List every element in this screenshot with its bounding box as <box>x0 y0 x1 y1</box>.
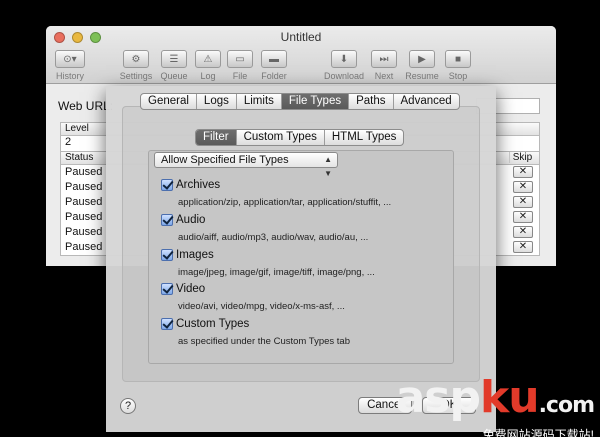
download-icon: ⬇ <box>331 50 357 68</box>
images-checkbox[interactable] <box>161 249 173 261</box>
subtab-filter[interactable]: Filter <box>196 130 237 145</box>
option-archives: Archives application/zip, application/ta… <box>161 179 391 208</box>
option-images: Images image/jpeg, image/gif, image/tiff… <box>161 249 375 278</box>
queue-icon: ☰ <box>161 50 187 68</box>
titlebar: Untitled ⊙▾ History ⚙ Settings ☰ Queue ⚠… <box>46 26 556 84</box>
status-cell: Paused <box>65 211 103 223</box>
archives-checkbox[interactable] <box>161 179 173 191</box>
option-custom-types: Custom Types as specified under the Cust… <box>161 318 350 347</box>
status-column-header[interactable]: Status <box>65 152 93 163</box>
file-types-subtabs: Filter Custom Types HTML Types <box>195 129 405 146</box>
images-label[interactable]: Images <box>176 249 214 261</box>
custom-types-description: as specified under the Custom Types tab <box>178 336 350 347</box>
status-cell: Paused <box>65 196 103 208</box>
download-button[interactable]: ⬇ Download <box>322 50 366 81</box>
archives-description: application/zip, application/tar, applic… <box>178 197 392 208</box>
chevron-updown-icon: ▲ ▼ <box>324 155 332 178</box>
video-checkbox[interactable] <box>161 283 173 295</box>
status-cell: Paused <box>65 226 103 238</box>
file-icon: ▭ <box>227 50 253 68</box>
custom-types-label[interactable]: Custom Types <box>176 318 249 330</box>
skip-button[interactable]: ✕ <box>513 181 533 193</box>
filter-mode-select[interactable]: Allow Specified File Types ▲ ▼ <box>154 152 338 178</box>
folder-icon: ▬ <box>261 50 287 68</box>
stop-button[interactable]: ■ Stop <box>436 50 480 81</box>
stop-icon: ■ <box>445 50 471 68</box>
preferences-tabs: General Logs Limits File Types Paths Adv… <box>140 93 460 110</box>
skip-button[interactable]: ✕ <box>513 166 533 178</box>
filter-mode-value: Allow Specified File Types <box>161 154 289 166</box>
skip-button[interactable]: ✕ <box>513 226 533 238</box>
skip-button[interactable]: ✕ <box>513 241 533 253</box>
tab-advanced[interactable]: Advanced <box>394 94 459 109</box>
help-button[interactable]: ? <box>120 398 136 414</box>
status-cell: Paused <box>65 241 103 253</box>
play-icon: ▶ <box>409 50 435 68</box>
subtab-custom-types[interactable]: Custom Types <box>237 130 325 145</box>
gear-icon: ⚙ <box>123 50 149 68</box>
archives-label[interactable]: Archives <box>176 179 220 191</box>
history-button[interactable]: ⊙▾ History <box>48 50 92 81</box>
history-icon: ⊙▾ <box>55 50 85 68</box>
subtab-html-types[interactable]: HTML Types <box>325 130 404 145</box>
audio-checkbox[interactable] <box>161 214 173 226</box>
video-label[interactable]: Video <box>176 283 205 295</box>
option-audio: Audio audio/aiff, audio/mp3, audio/wav, … <box>161 214 368 243</box>
watermark-logo: aspku.com <box>395 372 595 423</box>
status-cell: Paused <box>65 166 103 178</box>
skip-column-header[interactable]: Skip <box>509 152 533 163</box>
next-icon: ⏭ <box>371 50 397 68</box>
web-url-label: Web URL: <box>58 99 114 113</box>
folder-button[interactable]: ▬ Folder <box>252 50 296 81</box>
tab-general[interactable]: General <box>141 94 197 109</box>
window-title: Untitled <box>280 30 322 44</box>
tab-paths[interactable]: Paths <box>349 94 394 109</box>
skip-button[interactable]: ✕ <box>513 211 533 223</box>
custom-types-checkbox[interactable] <box>161 318 173 330</box>
tab-file-types[interactable]: File Types <box>281 94 350 109</box>
audio-description: audio/aiff, audio/mp3, audio/wav, audio/… <box>178 232 369 243</box>
skip-button[interactable]: ✕ <box>513 196 533 208</box>
video-description: video/avi, video/mpg, video/x-ms-asf, ..… <box>178 301 345 312</box>
option-video: Video video/avi, video/mpg, video/x-ms-a… <box>161 283 345 312</box>
tab-logs[interactable]: Logs <box>197 94 237 109</box>
tab-limits[interactable]: Limits <box>237 94 282 109</box>
images-description: image/jpeg, image/gif, image/tiff, image… <box>178 267 375 278</box>
audio-label[interactable]: Audio <box>176 214 205 226</box>
watermark: aspku.com 免费网站源码下载站! <box>395 372 595 437</box>
status-cell: Paused <box>65 181 103 193</box>
